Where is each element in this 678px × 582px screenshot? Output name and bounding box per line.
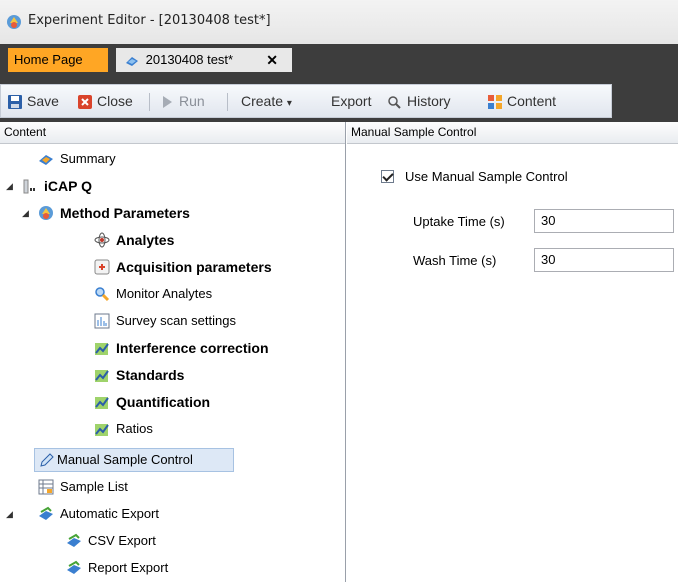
chart-pencil-icon bbox=[95, 397, 109, 409]
uptake-time-input[interactable]: 30 bbox=[534, 209, 674, 233]
chevron-down-icon: ▾ bbox=[286, 98, 292, 109]
use-manual-sample-control-checkbox[interactable] bbox=[381, 170, 394, 183]
play-icon bbox=[163, 96, 172, 109]
floppy-icon bbox=[8, 95, 22, 110]
content-tree-pane: Content Summary ◢ iCAP Q ◢ Method Parame… bbox=[0, 122, 346, 582]
chart-pencil-icon bbox=[95, 370, 109, 382]
content-button[interactable]: Content bbox=[487, 91, 556, 111]
acquisition-icon bbox=[94, 259, 110, 275]
atom-icon bbox=[94, 232, 110, 248]
expander-icon[interactable]: ◢ bbox=[22, 202, 29, 224]
expander-icon[interactable]: ◢ bbox=[6, 175, 13, 197]
tab-document-label: 20130408 test* bbox=[145, 52, 234, 67]
content-label: Content bbox=[507, 93, 557, 109]
tab-document[interactable]: 20130408 test* ✕ bbox=[116, 48, 292, 72]
run-button[interactable]: Run bbox=[159, 91, 205, 111]
content-pane-header: Content bbox=[0, 122, 345, 144]
history-label: History bbox=[407, 93, 451, 109]
manual-sample-control-panel: Manual Sample Control Use Manual Sample … bbox=[347, 122, 678, 582]
run-label: Run bbox=[179, 93, 205, 109]
toolbar-separator bbox=[149, 93, 150, 111]
close-button[interactable]: Close bbox=[77, 91, 133, 111]
method-icon bbox=[39, 206, 53, 220]
chart-pencil-icon bbox=[95, 343, 109, 355]
export-icon bbox=[67, 560, 81, 574]
create-dropdown[interactable]: Create ▾ bbox=[241, 91, 292, 111]
history-icon bbox=[388, 96, 401, 110]
app-icon bbox=[7, 15, 21, 29]
create-label: Create bbox=[241, 93, 284, 109]
history-button[interactable]: History bbox=[387, 91, 451, 111]
sample-list-icon bbox=[38, 479, 54, 495]
spectrum-icon bbox=[94, 313, 110, 329]
toolbar-separator bbox=[227, 93, 228, 111]
panel-header: Manual Sample Control bbox=[347, 122, 678, 144]
summary-icon bbox=[39, 155, 53, 165]
pencil-icon bbox=[40, 453, 54, 467]
export-icon bbox=[39, 506, 53, 520]
close-label: Close bbox=[97, 93, 133, 109]
export-label: Export bbox=[331, 93, 372, 109]
instrument-icon bbox=[23, 179, 35, 194]
expander-icon[interactable]: ◢ bbox=[6, 503, 13, 525]
uptake-time-label: Uptake Time (s) bbox=[413, 214, 505, 229]
save-label: Save bbox=[27, 93, 59, 109]
title-bar: Experiment Editor - [20130408 test*] bbox=[0, 0, 678, 44]
window-title: Experiment Editor - [20130408 test*] bbox=[28, 13, 271, 28]
close-icon bbox=[78, 95, 92, 110]
tab-close-icon[interactable]: ✕ bbox=[266, 48, 278, 72]
save-button[interactable]: Save bbox=[7, 91, 59, 111]
content-icon bbox=[488, 95, 502, 110]
wash-time-label: Wash Time (s) bbox=[413, 253, 497, 268]
toolbar: Save Close Run Create ▾ Export History C… bbox=[0, 84, 612, 118]
tree-item-manual-sample-control[interactable]: Manual Sample Control bbox=[34, 448, 234, 472]
export-icon bbox=[67, 533, 81, 547]
experiment-icon bbox=[126, 56, 138, 66]
use-manual-sample-control-label: Use Manual Sample Control bbox=[405, 169, 568, 184]
chart-pencil-icon bbox=[95, 424, 109, 436]
wash-time-input[interactable]: 30 bbox=[534, 248, 674, 272]
export-button[interactable]: Export bbox=[331, 91, 371, 111]
magnifier-icon bbox=[95, 287, 110, 302]
tab-home-page[interactable]: Home Page bbox=[8, 48, 108, 72]
tab-bar: Home Page 20130408 test* ✕ bbox=[0, 44, 678, 76]
